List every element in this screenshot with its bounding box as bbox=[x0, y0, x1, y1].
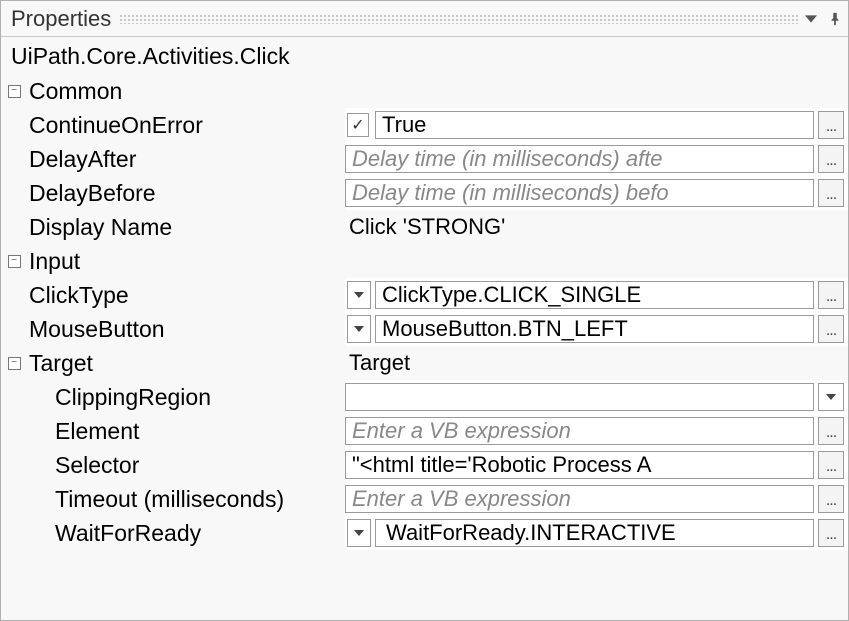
panel-title-bar: Properties bbox=[1, 1, 848, 37]
collapse-toggle-common[interactable]: − bbox=[8, 85, 21, 98]
title-bar-controls bbox=[804, 12, 842, 26]
mousebutton-dropdown[interactable] bbox=[347, 315, 371, 343]
property-row-delayafter: DelayAfter Delay time (in milliseconds) … bbox=[1, 142, 848, 176]
displayname-value[interactable]: Click 'STRONG' bbox=[345, 210, 848, 244]
category-label: Common bbox=[27, 74, 848, 108]
property-label: Timeout (milliseconds) bbox=[53, 482, 345, 516]
property-row-mousebutton: MouseButton MouseButton.BTN_LEFT ... bbox=[1, 312, 848, 346]
pin-icon[interactable] bbox=[828, 12, 842, 26]
waitforready-dropdown[interactable] bbox=[347, 519, 371, 547]
property-row-displayname: Display Name Click 'STRONG' bbox=[1, 210, 848, 244]
property-label: DelayBefore bbox=[27, 176, 345, 210]
property-row-waitforready: WaitForReady WaitForReady.INTERACTIVE ..… bbox=[1, 516, 848, 550]
timeout-input[interactable]: Enter a VB expression bbox=[345, 485, 814, 513]
waitforready-input[interactable]: WaitForReady.INTERACTIVE bbox=[375, 519, 814, 547]
continueonerror-input[interactable]: True bbox=[375, 111, 814, 139]
property-label: MouseButton bbox=[27, 312, 345, 346]
property-label: Display Name bbox=[27, 210, 345, 244]
property-label: ClickType bbox=[27, 278, 345, 312]
ellipsis-button[interactable]: ... bbox=[818, 417, 844, 445]
ellipsis-button[interactable]: ... bbox=[818, 281, 844, 309]
selected-object-name: UiPath.Core.Activities.Click bbox=[1, 37, 848, 74]
property-row-selector: Selector "<html title='Robotic Process A… bbox=[1, 448, 848, 482]
delaybefore-input[interactable]: Delay time (in milliseconds) befo bbox=[345, 179, 814, 207]
property-label: Selector bbox=[53, 448, 345, 482]
chevron-down-icon bbox=[354, 530, 364, 536]
property-grid: − Common ContinueOnError ✓ True ... Dela… bbox=[1, 74, 848, 620]
property-row-timeout: Timeout (milliseconds) Enter a VB expres… bbox=[1, 482, 848, 516]
chevron-down-icon bbox=[354, 292, 364, 298]
continueonerror-checkbox[interactable]: ✓ bbox=[347, 113, 369, 137]
ellipsis-button[interactable]: ... bbox=[818, 519, 844, 547]
collapse-toggle-target[interactable]: − bbox=[8, 357, 21, 370]
property-label: ContinueOnError bbox=[27, 108, 345, 142]
delayafter-input[interactable]: Delay time (in milliseconds) afte bbox=[345, 145, 814, 173]
category-row-input: − Input bbox=[1, 244, 848, 278]
clicktype-dropdown[interactable] bbox=[347, 281, 371, 309]
category-label: Input bbox=[27, 244, 848, 278]
clippingregion-dropdown[interactable] bbox=[818, 383, 844, 411]
clicktype-input[interactable]: ClickType.CLICK_SINGLE bbox=[375, 281, 814, 309]
property-row-element: Element Enter a VB expression ... bbox=[1, 414, 848, 448]
property-label: Element bbox=[53, 414, 345, 448]
element-input[interactable]: Enter a VB expression bbox=[345, 417, 814, 445]
ellipsis-button[interactable]: ... bbox=[818, 485, 844, 513]
target-value[interactable]: Target bbox=[345, 346, 848, 380]
property-row-clippingregion: ClippingRegion bbox=[1, 380, 848, 414]
window-position-dropdown-icon[interactable] bbox=[804, 12, 818, 26]
property-row-continueonerror: ContinueOnError ✓ True ... bbox=[1, 108, 848, 142]
property-row-delaybefore: DelayBefore Delay time (in milliseconds)… bbox=[1, 176, 848, 210]
property-label: WaitForReady bbox=[53, 516, 345, 550]
property-label: DelayAfter bbox=[27, 142, 345, 176]
ellipsis-button[interactable]: ... bbox=[818, 111, 844, 139]
ellipsis-button[interactable]: ... bbox=[818, 315, 844, 343]
property-row-clicktype: ClickType ClickType.CLICK_SINGLE ... bbox=[1, 278, 848, 312]
property-label: ClippingRegion bbox=[53, 380, 345, 414]
chevron-down-icon bbox=[826, 394, 836, 400]
clippingregion-input[interactable] bbox=[345, 383, 814, 411]
collapse-toggle-input[interactable]: − bbox=[8, 255, 21, 268]
panel-title: Properties bbox=[11, 6, 111, 32]
category-row-common: − Common bbox=[1, 74, 848, 108]
ellipsis-button[interactable]: ... bbox=[818, 179, 844, 207]
selector-input[interactable]: "<html title='Robotic Process A bbox=[345, 451, 814, 479]
mousebutton-input[interactable]: MouseButton.BTN_LEFT bbox=[375, 315, 814, 343]
ellipsis-button[interactable]: ... bbox=[818, 145, 844, 173]
chevron-down-icon bbox=[354, 326, 364, 332]
property-row-target: − Target Target bbox=[1, 346, 848, 380]
property-label: Target bbox=[27, 346, 345, 380]
ellipsis-button[interactable]: ... bbox=[818, 451, 844, 479]
properties-panel: Properties UiPath.Core.Activities.Click … bbox=[0, 0, 849, 621]
title-separator-dots bbox=[119, 14, 798, 24]
